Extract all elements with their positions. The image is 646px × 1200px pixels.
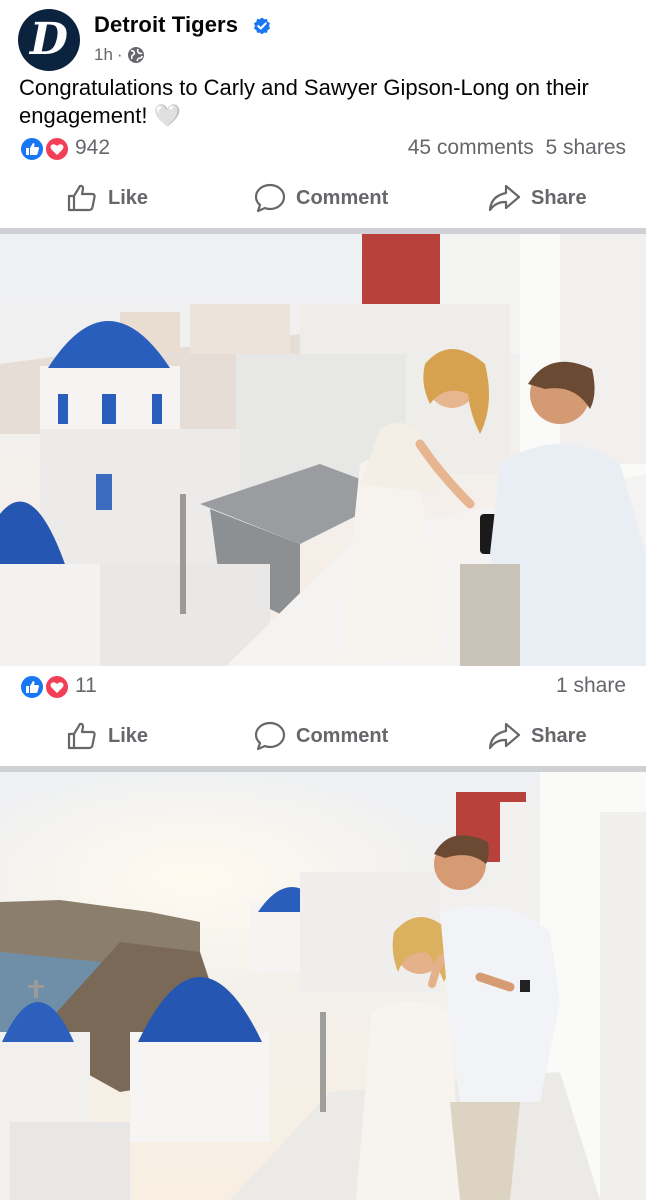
post-meta: 1h · [94, 45, 145, 65]
photo-shares-count[interactable]: 1 share [556, 674, 626, 698]
couple-photo[interactable] [0, 772, 646, 1200]
thumbs-up-icon [67, 722, 96, 750]
photo-action-bar: Like Comment Share [0, 712, 646, 760]
comment-icon [254, 183, 286, 213]
comment-label: Comment [296, 724, 389, 747]
post-action-bar: Like Comment Share [0, 174, 646, 222]
reaction-count[interactable]: 942 [75, 136, 110, 160]
proposal-photo[interactable] [0, 234, 646, 666]
like-label: Like [108, 724, 149, 747]
photo-reaction-count[interactable]: 11 [75, 674, 97, 698]
share-arrow-icon [488, 722, 521, 750]
globe-icon [127, 47, 144, 63]
meta-separator: · [116, 45, 123, 64]
page-avatar[interactable]: D [18, 9, 80, 71]
shares-count[interactable]: 5 shares [545, 136, 626, 159]
share-label: Share [531, 186, 587, 209]
comment-share-counts: 45 comments 5 shares [408, 136, 626, 160]
like-button[interactable]: Like [66, 174, 148, 222]
avatar-logo: D [29, 14, 69, 65]
post-header: D Detroit Tigers 1h · [0, 0, 646, 78]
comments-count[interactable]: 45 comments [408, 136, 534, 159]
share-arrow-icon [488, 184, 521, 212]
share-label: Share [531, 724, 587, 747]
photo-share-button[interactable]: Share [487, 712, 587, 760]
comment-label: Comment [296, 186, 389, 209]
comment-icon [254, 721, 286, 751]
post-stats: 942 45 comments 5 shares [0, 134, 646, 164]
photo-comment-button[interactable]: Comment [254, 712, 388, 760]
post-caption: Congratulations to Carly and Sawyer Gips… [19, 75, 589, 128]
thumbs-up-icon [67, 184, 96, 212]
photo-stats: 11 1 share [0, 672, 646, 702]
share-button[interactable]: Share [487, 174, 587, 222]
post-time[interactable]: 1h [94, 45, 113, 65]
like-label: Like [108, 186, 149, 209]
photo-like-button[interactable]: Like [66, 712, 148, 760]
comment-button[interactable]: Comment [254, 174, 388, 222]
photo-reactions-icon[interactable] [19, 674, 69, 700]
page-name[interactable]: Detroit Tigers [94, 12, 238, 38]
reactions-icon[interactable] [19, 136, 69, 162]
verified-badge-icon [254, 17, 270, 35]
